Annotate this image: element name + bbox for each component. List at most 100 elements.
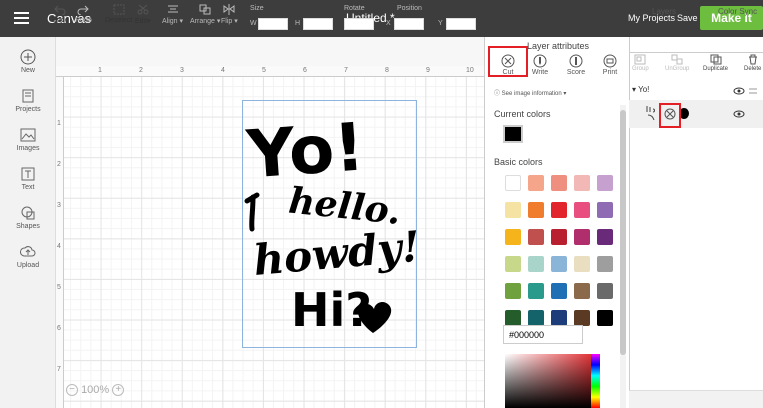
attributes-scrollbar-thumb[interactable] [620,110,626,355]
flip-menu-button[interactable]: Flip ▾ [221,4,238,25]
color-swatch[interactable] [574,229,590,245]
design-artwork[interactable]: Yo! hello. howdy! Hi? [243,101,422,349]
color-swatch[interactable] [597,256,613,272]
print-label: Print [602,69,618,76]
color-swatch[interactable] [528,310,544,326]
color-gradient-picker[interactable] [505,354,591,408]
rotate-label: Rotate [344,5,365,12]
ruler-label: 6 [57,325,61,332]
color-swatch[interactable] [551,202,567,218]
color-swatch[interactable] [551,283,567,299]
edit-menu-button[interactable]: Edit▾ [135,4,151,25]
flip-label: Flip ▾ [221,18,238,25]
flip-icon [223,4,235,15]
current-color-swatch[interactable] [503,125,523,143]
ruler-label: 4 [221,67,225,74]
deselect-button[interactable]: Deselect [105,4,132,24]
save-link[interactable]: Save [677,13,698,23]
sidebar-item-shapes[interactable]: Shapes [0,205,56,230]
design-selection[interactable]: Yo! hello. howdy! Hi? [242,100,422,349]
position-label: Position [397,5,422,12]
color-swatch[interactable] [597,202,613,218]
redo-button[interactable]: Redo [75,4,92,24]
duplicate-icon [710,54,721,65]
color-swatch[interactable] [551,256,567,272]
color-swatch[interactable] [505,256,521,272]
color-swatch[interactable] [528,202,544,218]
write-icon [533,54,547,68]
drag-handle-icon[interactable] [748,88,758,94]
current-colors-title: Current colors [494,109,551,119]
ruler-label: 9 [426,67,430,74]
tab-divider [629,52,763,53]
color-swatch[interactable] [574,256,590,272]
color-swatch[interactable] [597,229,613,245]
color-swatch[interactable] [574,283,590,299]
color-swatch[interactable] [551,175,567,191]
score-icon [569,54,583,68]
sidebar-item-projects[interactable]: Projects [0,88,56,113]
group-button[interactable]: Group [632,54,649,72]
redo-icon [77,5,90,15]
ungroup-button[interactable]: UnGroup [665,54,689,72]
delete-button[interactable]: Delete [744,54,761,72]
zoom-out-button[interactable]: − [66,384,78,397]
color-swatch[interactable] [505,202,521,218]
layer-group-name: Yo! [638,85,650,94]
sidebar-item-new[interactable]: New [0,49,56,74]
tab-color-sync[interactable]: Color Sync [718,7,757,16]
delete-label: Delete [744,66,762,72]
undo-icon [54,5,66,15]
color-swatch[interactable] [528,256,544,272]
arrange-menu-button[interactable]: Arrange ▾ [190,4,220,25]
zoom-in-button[interactable]: + [112,384,125,397]
color-swatch[interactable] [505,310,521,326]
color-swatch[interactable] [505,175,521,191]
sidebar-item-images[interactable]: Images [0,127,56,152]
eye-icon[interactable] [733,87,745,95]
group-icon [634,54,646,65]
y-field[interactable] [446,18,476,30]
width-field[interactable] [258,18,288,30]
rotate-field[interactable] [344,18,374,30]
print-button[interactable]: Print [595,54,625,76]
color-swatch[interactable] [597,175,613,191]
color-swatch[interactable] [551,229,567,245]
scissors-icon [137,4,149,15]
color-swatch[interactable] [528,283,544,299]
ruler-label: 5 [57,284,61,291]
color-swatch[interactable] [574,175,590,191]
layer-group-header[interactable]: ▾ Yo! [632,85,649,94]
color-swatch[interactable] [574,202,590,218]
menu-icon[interactable] [14,12,29,24]
color-swatch[interactable] [597,283,613,299]
ungroup-icon [671,54,683,65]
group-label: Group [632,66,649,72]
hex-color-input[interactable] [503,325,583,344]
write-button[interactable]: Write [525,54,555,76]
sidebar-item-text[interactable]: Text [0,166,56,191]
eye-icon[interactable] [733,110,745,118]
duplicate-button[interactable]: Duplicate [703,54,728,72]
color-swatch[interactable] [528,175,544,191]
zoom-level: 100% [81,384,110,397]
sidebar-item-upload[interactable]: Upload [0,244,56,269]
see-image-information-link[interactable]: ⓘ See image information ▾ [494,88,566,97]
align-menu-button[interactable]: Align ▾ [162,4,183,25]
design-canvas[interactable]: Yo! hello. howdy! Hi? − 100% + [64,77,484,408]
write-label: Write [531,69,549,76]
color-swatch[interactable] [574,310,590,326]
color-swatch[interactable] [597,310,613,326]
hue-slider[interactable] [591,354,600,408]
x-field[interactable] [394,18,424,30]
color-swatch[interactable] [551,310,567,326]
score-label: Score [566,69,586,76]
height-field[interactable] [303,18,333,30]
score-button[interactable]: Score [561,54,591,76]
color-swatch[interactable] [505,283,521,299]
color-swatch[interactable] [528,229,544,245]
tab-layers[interactable]: Layers [652,7,676,16]
undo-label: Undo [52,17,69,24]
undo-button[interactable]: Undo [52,4,69,24]
color-swatch[interactable] [505,229,521,245]
